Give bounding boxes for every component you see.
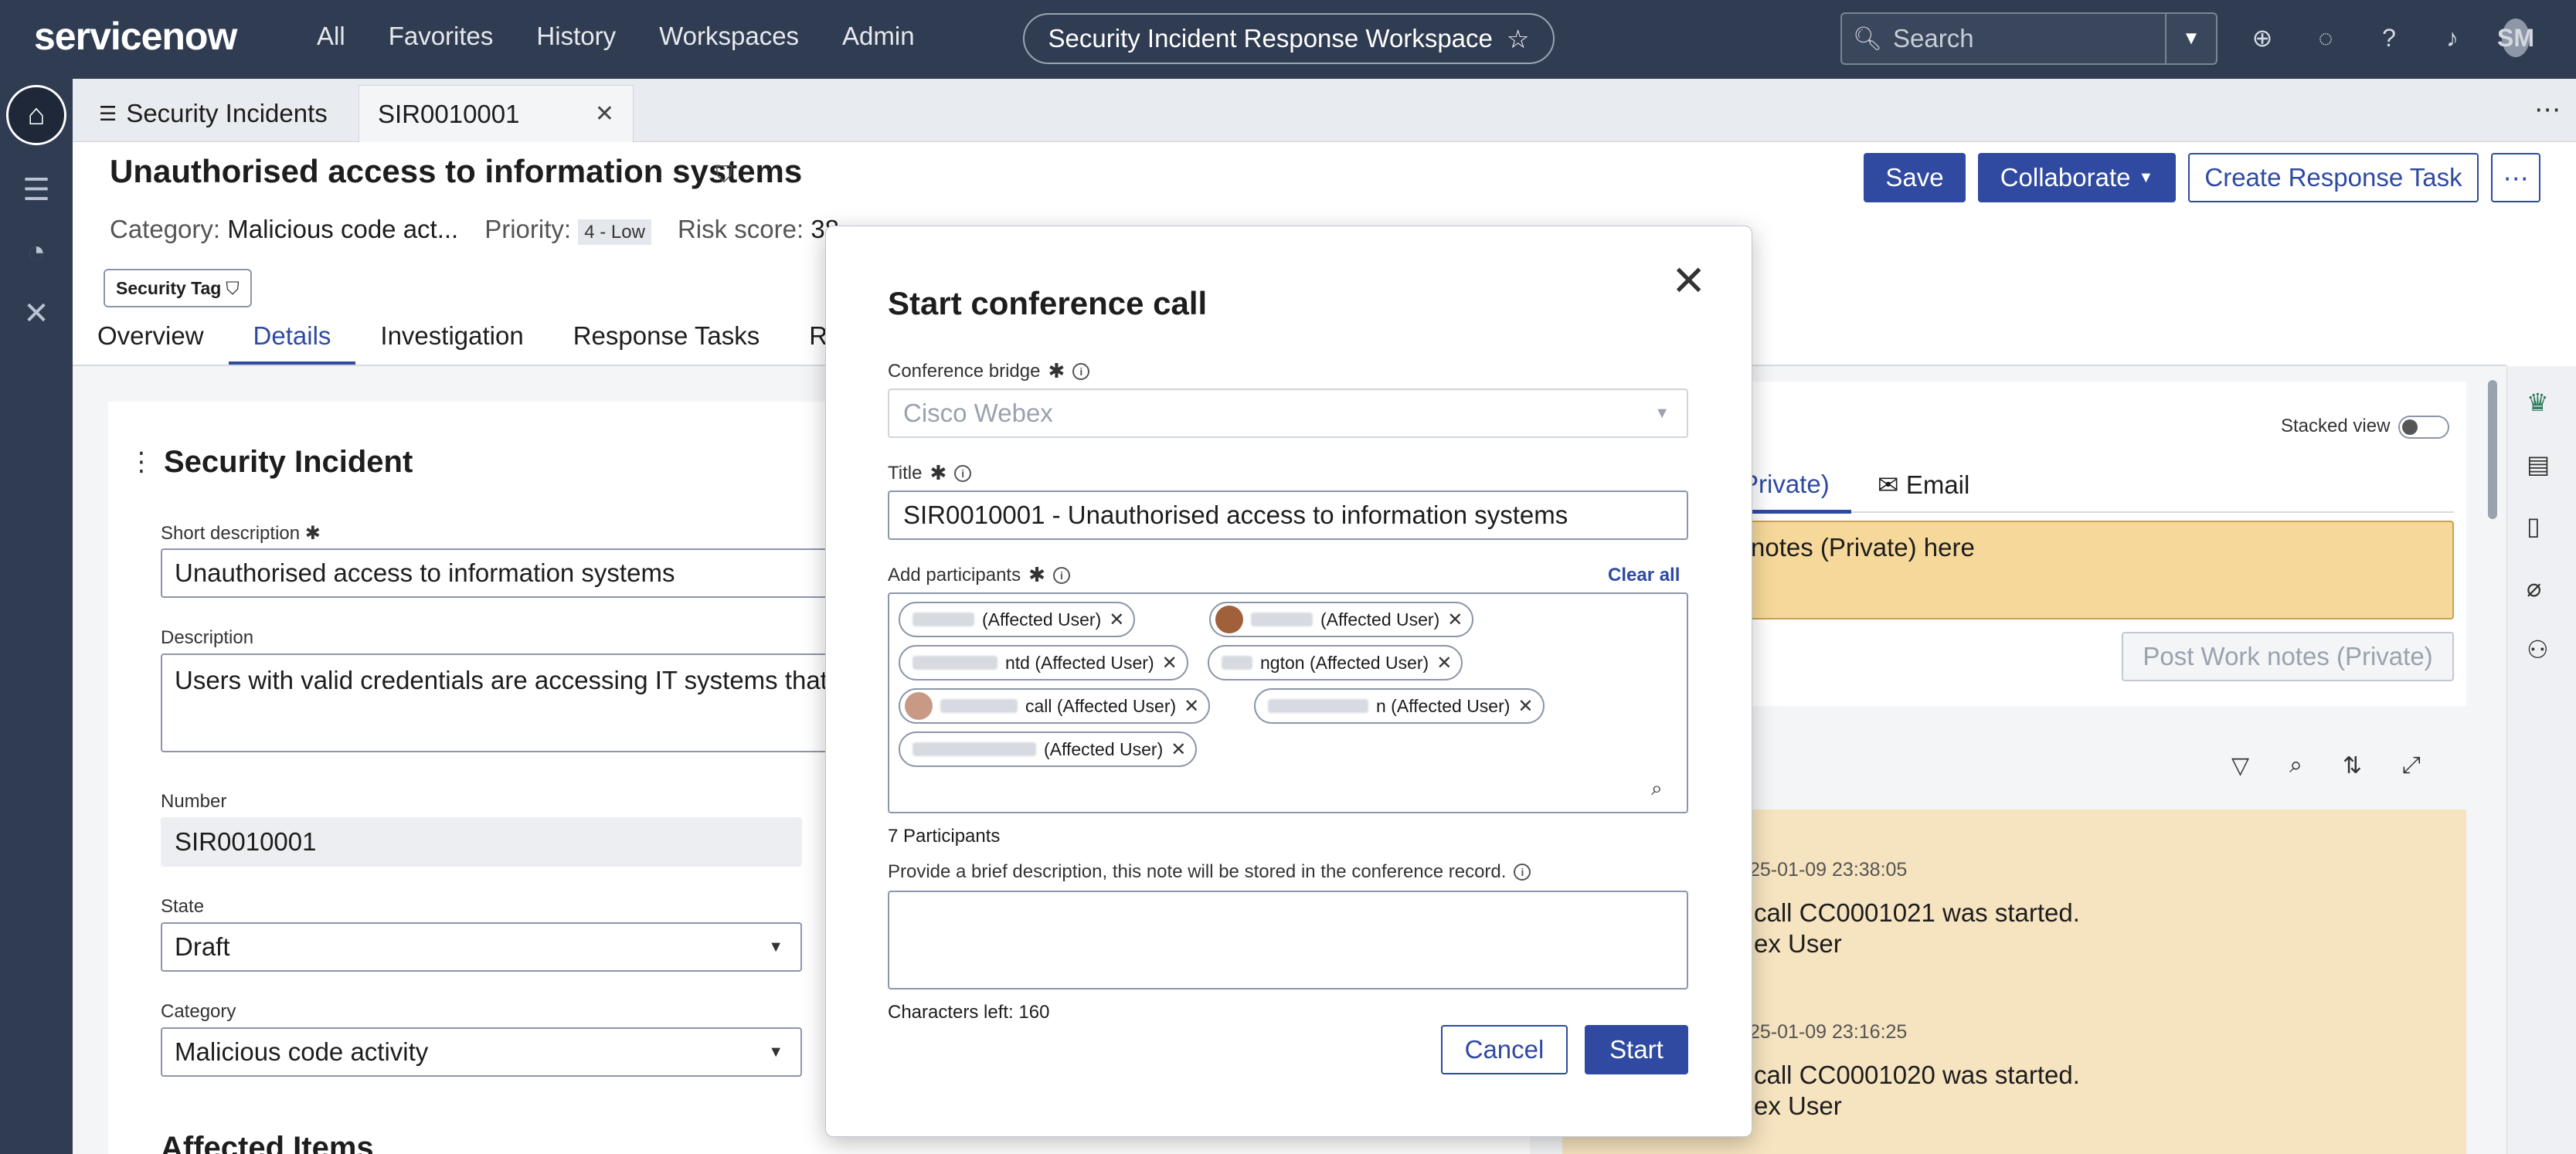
participant-chip: (Affected User) ✕: [899, 731, 1198, 767]
info-icon[interactable]: i: [1052, 566, 1070, 584]
tab-record[interactable]: SIR0010001 ✕: [359, 85, 634, 142]
globe-icon[interactable]: ⊕: [2248, 23, 2276, 53]
redacted-name: [1251, 613, 1313, 626]
remove-icon[interactable]: ✕: [1171, 738, 1186, 761]
avatar: [905, 692, 933, 720]
conference-bridge-select[interactable]: Cisco Webex ▼: [888, 389, 1688, 438]
close-icon[interactable]: ✕: [1671, 260, 1706, 302]
start-button[interactable]: Start: [1585, 1025, 1688, 1074]
redacted-name: [912, 742, 1036, 756]
remove-icon[interactable]: ✕: [1184, 695, 1199, 718]
top-utility-icons: ⊕ ◌ ? ♪ SM: [2248, 19, 2534, 57]
help-icon[interactable]: ?: [2375, 24, 2403, 53]
participant-chip: call (Affected User) ✕: [899, 688, 1211, 724]
workspace-tab-strip: ☰ Security Incidents SIR0010001 ✕ ⋯: [73, 79, 2576, 142]
avatar: [1215, 606, 1243, 633]
search-scope-dropdown[interactable]: ▼: [2165, 14, 2216, 63]
nav-history[interactable]: History: [536, 22, 616, 51]
cancel-button[interactable]: Cancel: [1441, 1025, 1568, 1074]
redacted-name: [912, 613, 974, 626]
tab-security-incidents[interactable]: ☰ Security Incidents: [80, 85, 346, 142]
info-icon[interactable]: i: [1072, 362, 1090, 380]
required-icon: ✱: [1028, 563, 1045, 586]
workspace-title: Security Incident Response Workspace: [1048, 24, 1493, 53]
bell-icon[interactable]: ♪: [2438, 24, 2466, 53]
dashboard-icon[interactable]: ◔: [0, 221, 73, 283]
redacted-name: [1222, 656, 1252, 670]
global-search[interactable]: 🔍︎ Search ▼: [1840, 12, 2217, 65]
top-nav-menu: All Favorites History Workspaces Admin: [317, 22, 915, 51]
tab-label: SIR0010001: [378, 99, 520, 128]
user-avatar[interactable]: SM: [2497, 19, 2534, 57]
participant-chip: ntd (Affected User) ✕: [899, 645, 1188, 681]
home-icon[interactable]: ⌂: [6, 85, 66, 145]
tools-icon[interactable]: ✕: [0, 283, 73, 345]
search-input[interactable]: Search: [1893, 24, 2165, 53]
redacted-name: [1268, 699, 1368, 713]
participant-chip: ngton (Affected User) ✕: [1208, 645, 1463, 681]
top-navigation-bar: servicenow All Favorites History Workspa…: [0, 0, 2576, 79]
list-icon[interactable]: ☰: [0, 159, 73, 221]
title-input[interactable]: SIR0010001 - Unauthorised access to info…: [888, 490, 1688, 540]
description-label: Provide a brief description, this note w…: [888, 861, 1531, 883]
redacted-name: [940, 699, 1018, 713]
redacted-name: [912, 656, 997, 670]
add-participants-label: Add participants ✱ i: [888, 563, 1070, 587]
menu-icon: ☰: [99, 101, 117, 125]
caret-down-icon: ▼: [1654, 404, 1670, 422]
clear-all-link[interactable]: Clear all: [1608, 565, 1680, 586]
chat-icon[interactable]: ◌: [2312, 24, 2340, 53]
participant-chip: n (Affected User) ✕: [1254, 688, 1545, 724]
nav-all[interactable]: All: [317, 22, 345, 51]
tab-label: Security Incidents: [126, 99, 328, 127]
dialog-title: Start conference call: [888, 285, 1208, 321]
participant-chip: (Affected User) ✕: [899, 602, 1136, 637]
title-label: Title ✱ i: [888, 461, 972, 485]
description-textarea[interactable]: [888, 891, 1688, 989]
search-icon: 🔍︎: [1852, 25, 1883, 52]
required-icon: ✱: [1048, 359, 1065, 382]
nav-workspaces[interactable]: Workspaces: [659, 22, 799, 51]
conference-bridge-label: Conference bridge ✱ i: [888, 359, 1090, 383]
nav-favorites[interactable]: Favorites: [389, 22, 494, 51]
participants-input[interactable]: (Affected User) ✕ (Affected User) ✕ ntd …: [888, 592, 1688, 813]
info-icon[interactable]: i: [954, 464, 972, 482]
info-icon[interactable]: i: [1514, 864, 1531, 881]
characters-left: Characters left: 160: [888, 1002, 1050, 1023]
star-icon[interactable]: ☆: [1507, 24, 1530, 54]
search-icon[interactable]: ⌕: [1651, 776, 1663, 801]
remove-icon[interactable]: ✕: [1447, 609, 1463, 631]
remove-icon[interactable]: ✕: [1436, 652, 1452, 674]
remove-icon[interactable]: ✕: [1162, 652, 1178, 674]
left-rail: ⌂ ☰ ◔ ✕: [0, 79, 73, 1154]
participant-count: 7 Participants: [888, 826, 1001, 847]
remove-icon[interactable]: ✕: [1517, 695, 1533, 718]
remove-icon[interactable]: ✕: [1109, 609, 1124, 631]
nav-admin[interactable]: Admin: [842, 22, 915, 51]
servicenow-logo[interactable]: servicenow: [34, 14, 237, 59]
more-icon[interactable]: ⋯: [2534, 94, 2561, 125]
close-icon[interactable]: ✕: [595, 100, 614, 127]
required-icon: ✱: [929, 461, 947, 484]
start-conference-call-dialog: Start conference call ✕ Conference bridg…: [825, 226, 1752, 1137]
participant-chip: (Affected User) ✕: [1209, 602, 1474, 637]
workspace-title-pill[interactable]: Security Incident Response Workspace ☆: [1023, 13, 1555, 64]
